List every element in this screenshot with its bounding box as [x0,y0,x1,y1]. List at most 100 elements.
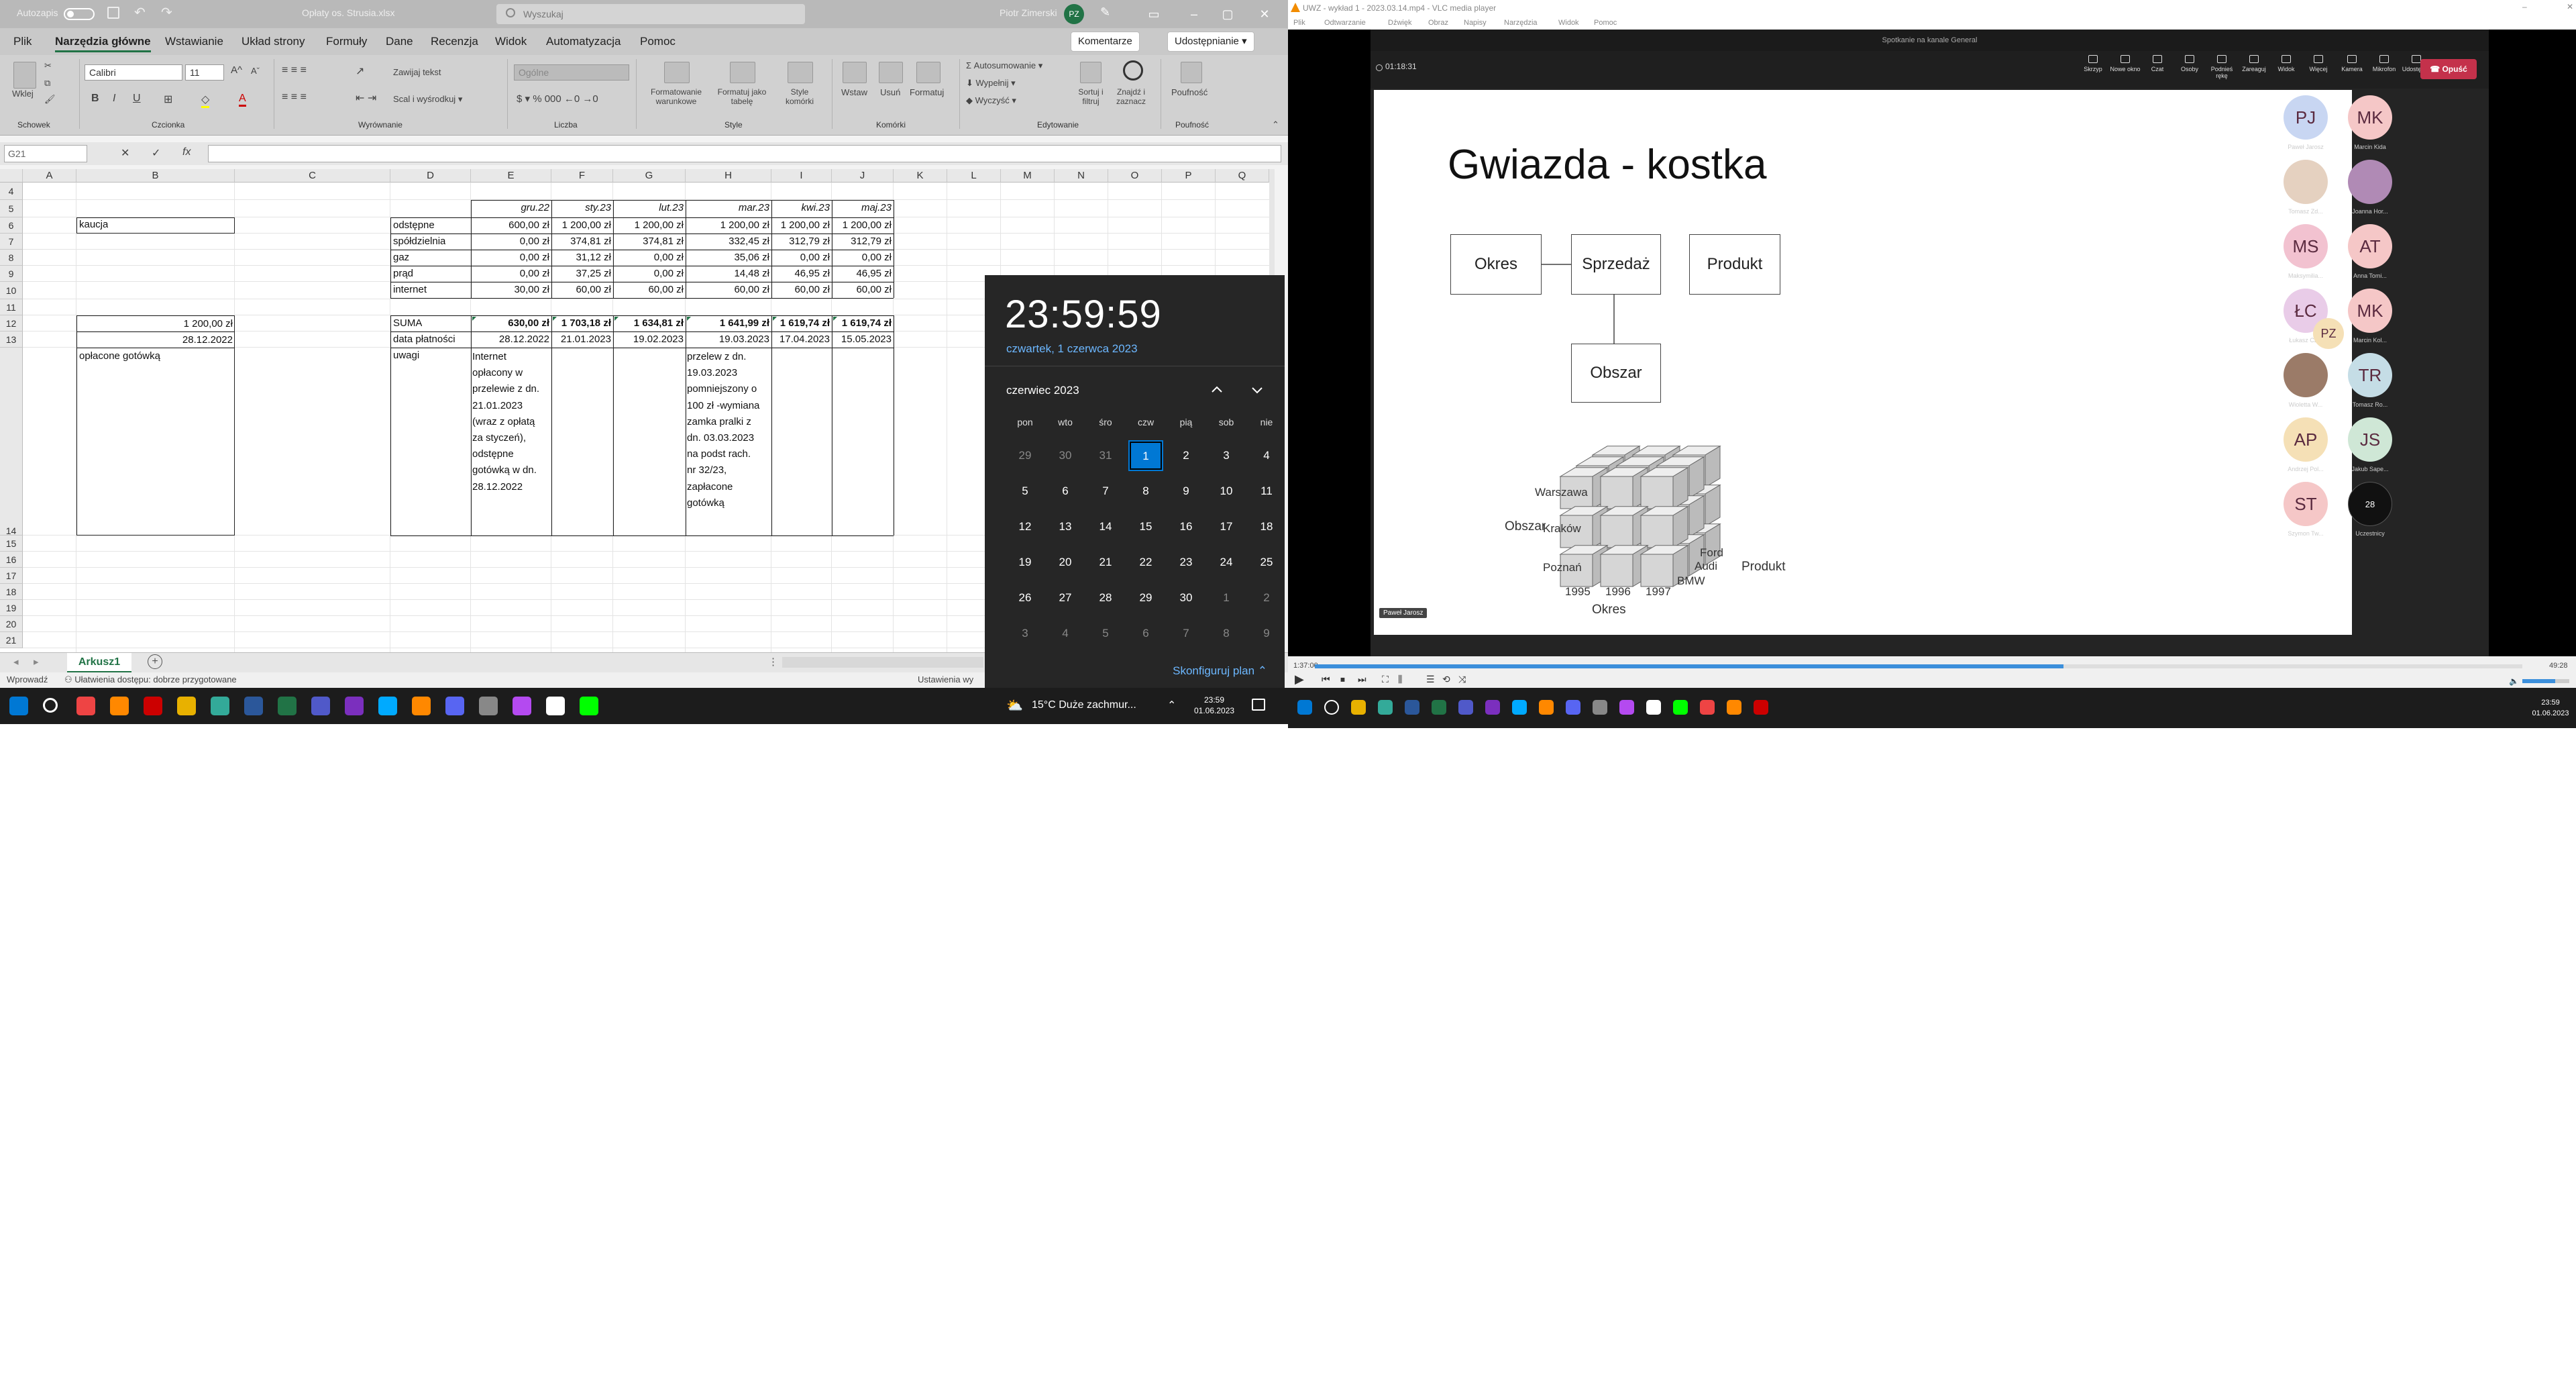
cell-styles-icon[interactable] [788,62,813,83]
next-icon[interactable]: ⏭ [1358,674,1366,685]
calendar-day[interactable]: 8 [1127,476,1165,507]
value-cell[interactable]: 1 200,00 zł [771,218,832,233]
word-icon[interactable] [311,697,330,715]
calendar-day[interactable]: 7 [1167,618,1205,649]
format-table-icon[interactable] [730,62,755,83]
random-icon[interactable]: ⤨ [1458,674,1466,685]
teams-tool-8[interactable]: Kamera [2337,55,2367,72]
pdf-icon[interactable] [1458,700,1473,715]
close-icon[interactable]: ✕ [1251,4,1278,24]
teams-tool-5[interactable]: Zareaguj [2239,55,2269,72]
teams-tool-2[interactable]: Czat [2142,55,2173,72]
calendar-day[interactable]: 20 [1046,547,1084,578]
cell-b14[interactable]: opłacone gotówką [79,349,160,364]
calendar-day[interactable]: 2 [1248,582,1285,613]
suma-label[interactable]: SUMA [393,316,422,331]
accessibility-status[interactable]: ⚇ Ułatwienia dostępu: dobrze przygotowan… [64,674,237,685]
fill-button[interactable]: ⬇ Wypełnij ▾ [966,78,1016,89]
value-cell[interactable]: 60,00 zł [551,283,613,297]
value-cell[interactable]: 1 200,00 zł [686,218,771,233]
participant-avatar[interactable] [2284,160,2328,204]
row-header[interactable]: 16 [0,552,23,568]
vlc-menu-item[interactable]: Narzędzia [1504,19,1538,27]
discord-icon[interactable] [1700,700,1715,715]
calendar-day[interactable]: 16 [1167,511,1205,542]
column-header[interactable]: O [1108,169,1162,183]
minimize-icon[interactable]: – [1181,4,1208,24]
indent-icon[interactable]: ⇤ ⇥ [356,91,376,105]
date-cell[interactable]: 19.02.2023 [613,332,686,347]
tab-view[interactable]: Widok [495,35,527,48]
vlc-close-icon[interactable]: ✕ [2567,2,2573,11]
column-header[interactable]: P [1162,169,1216,183]
vlc-minimize-icon[interactable]: – [2522,2,2527,11]
display-settings[interactable]: Ustawienia wy [918,674,973,684]
column-header[interactable]: J [832,169,894,183]
conditional-format-label[interactable]: Formatowanie warunkowe [643,87,710,106]
messenger-icon[interactable] [1754,700,1768,715]
participant-avatar[interactable]: AT [2348,224,2392,268]
firefox-icon[interactable] [1432,700,1446,715]
underline-icon[interactable]: U [133,93,141,105]
calendar-day[interactable]: 18 [1248,511,1285,542]
suma-cell[interactable]: 1 703,18 zł [551,316,613,331]
participant-avatar[interactable]: AP [2284,417,2328,462]
teams-tool-3[interactable]: Osoby [2174,55,2205,72]
app-icon[interactable] [1405,700,1419,715]
suma-cell[interactable]: 1 619,74 zł [771,316,832,331]
weather-icon[interactable]: ⛅ [1006,697,1023,714]
prev-sheet-icon[interactable]: ◂ [13,656,19,668]
calendar-day[interactable]: 3 [1006,618,1044,649]
calendar-day[interactable]: 4 [1046,618,1084,649]
calendar-day[interactable]: 1 [1208,582,1245,613]
teams-icon[interactable] [1593,700,1607,715]
cut-icon[interactable]: ✂ [44,60,52,71]
vlc-menu-item[interactable]: Pomoc [1594,19,1617,27]
column-header[interactable]: N [1055,169,1108,183]
value-cell[interactable]: 600,00 zł [471,218,551,233]
font-name-select[interactable]: Calibri [85,64,182,81]
note-h14[interactable]: przelew z dn. 19.03.2023 pomniejszony o … [687,349,759,511]
value-cell[interactable]: 60,00 zł [613,283,686,297]
teams-tool-9[interactable]: Mikrofon [2369,55,2400,72]
search-icon[interactable] [43,698,58,713]
column-header[interactable]: E [471,169,551,183]
vlc-menu-item[interactable]: Dźwięk [1388,19,1411,27]
enter-icon[interactable]: ✓ [152,146,160,160]
chrome-icon[interactable] [1378,700,1393,715]
column-header[interactable]: B [76,169,235,183]
calendar-day[interactable]: 21 [1087,547,1124,578]
split-handle-icon[interactable]: ⋮ [768,656,778,668]
start-icon[interactable] [9,697,28,715]
value-cell[interactable]: 374,81 zł [551,234,613,249]
value-cell[interactable]: 46,95 zł [771,266,832,281]
value-cell[interactable]: 35,06 zł [686,250,771,265]
value-cell[interactable]: 0,00 zł [613,266,686,281]
next-sheet-icon[interactable]: ▸ [34,656,39,668]
value-cell[interactable]: 332,45 zł [686,234,771,249]
column-header[interactable]: D [390,169,471,183]
chrome-icon[interactable] [110,697,129,715]
participant-avatar[interactable] [2284,353,2328,397]
sort-filter-icon[interactable] [1080,62,1102,83]
notepad-icon[interactable] [278,697,297,715]
app-icon[interactable] [144,697,162,715]
play-icon[interactable]: ▶ [1295,672,1304,686]
calendar-day[interactable]: 6 [1046,476,1084,507]
participant-avatar[interactable]: JS [2348,417,2392,462]
pen-icon[interactable]: ✎ [1100,5,1110,19]
teams-tool-0[interactable]: Skrzyp [2078,55,2108,72]
task-view-icon[interactable] [1351,700,1366,715]
participant-avatar[interactable]: TR [2348,353,2392,397]
clock-date[interactable]: czwartek, 1 czerwca 2023 [1006,342,1138,356]
undo-icon[interactable]: ↶ [134,4,146,21]
formula-input[interactable] [208,145,1281,162]
calendar-day[interactable]: 7 [1087,476,1124,507]
extended-settings-icon[interactable]: ⫼ [1398,674,1402,685]
merge-button[interactable]: Scal i wyśrodkuj ▾ [393,94,462,105]
row-header[interactable]: 7 [0,234,23,250]
shrink-font-icon[interactable]: Aˇ [251,66,260,76]
tab-home[interactable]: Narzędzia główne [55,35,151,52]
app-icon[interactable] [546,697,565,715]
calendar-day-today[interactable]: 1 [1128,440,1163,471]
